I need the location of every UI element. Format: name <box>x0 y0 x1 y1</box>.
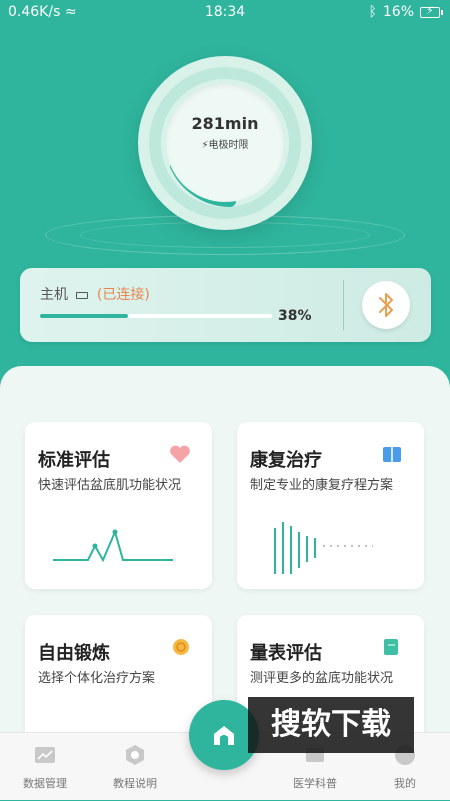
card-description: 制定专业的康复疗程方案 <box>250 478 394 493</box>
battery-percent: 16% <box>382 4 414 20</box>
nav-label: 我的 <box>394 777 416 790</box>
card-standard-assessment[interactable]: 标准评估 快速评估盆底肌功能状况 <box>25 422 212 589</box>
card-title: 康复治疗 <box>250 450 322 471</box>
card-title: 量表评估 <box>250 643 322 664</box>
bluetooth-button[interactable] <box>362 281 410 329</box>
divider <box>343 280 344 330</box>
snail-icon <box>168 635 192 659</box>
device-connection-card[interactable]: 主机 (已连接) 38% <box>20 268 431 342</box>
progress-percent: 38% <box>278 308 312 324</box>
scroll-icon <box>380 635 404 659</box>
device-name: 主机 <box>40 287 68 303</box>
card-title: 标准评估 <box>38 450 110 471</box>
status-bar: 0.46K/s ≈ 18:34 ᛒ 16% ⚡ <box>0 0 450 24</box>
battery-icon: ⚡ <box>420 4 443 18</box>
card-description: 测评更多的盆底功能状况 <box>250 671 394 686</box>
card-description: 选择个体化治疗方案 <box>38 671 156 686</box>
watermark-logo: 搜软下载 <box>248 697 414 753</box>
lightning-icon: ⚡ <box>201 140 209 151</box>
card-free-exercise[interactable]: 自由锻炼 选择个体化治疗方案 <box>25 615 212 745</box>
electrode-timer-dial: 281min ⚡电极时限 <box>138 56 312 230</box>
nav-tutorial[interactable]: 教程说明 <box>90 733 180 801</box>
timer-value: 281min <box>191 114 259 133</box>
chart-icon <box>35 747 55 763</box>
progress-fill <box>40 314 129 318</box>
book-icon <box>380 442 404 466</box>
nav-data-management[interactable]: 数据管理 <box>0 733 90 801</box>
signal-bars-graphic <box>274 522 373 574</box>
hexagon-icon <box>126 745 144 765</box>
device-name-row: 主机 (已连接) <box>40 284 150 304</box>
nav-label: 医学科普 <box>293 777 337 790</box>
home-icon <box>214 726 234 745</box>
pulse-wave-graphic <box>53 529 173 563</box>
device-battery-progress <box>40 314 272 318</box>
nav-label: 教程说明 <box>113 777 157 790</box>
device-battery-icon <box>76 291 89 299</box>
card-rehab-treatment[interactable]: 康复治疗 制定专业的康复疗程方案 <box>237 422 424 589</box>
nav-label: 数据管理 <box>23 777 67 790</box>
card-description: 快速评估盆底肌功能状况 <box>38 478 182 493</box>
timer-label: ⚡电极时限 <box>201 140 249 151</box>
bluetooth-status-icon: ᛒ <box>368 4 377 20</box>
card-title: 自由锻炼 <box>38 643 110 664</box>
heart-icon <box>168 442 192 466</box>
connection-status: (已连接) <box>96 287 150 303</box>
bluetooth-icon <box>379 293 393 317</box>
